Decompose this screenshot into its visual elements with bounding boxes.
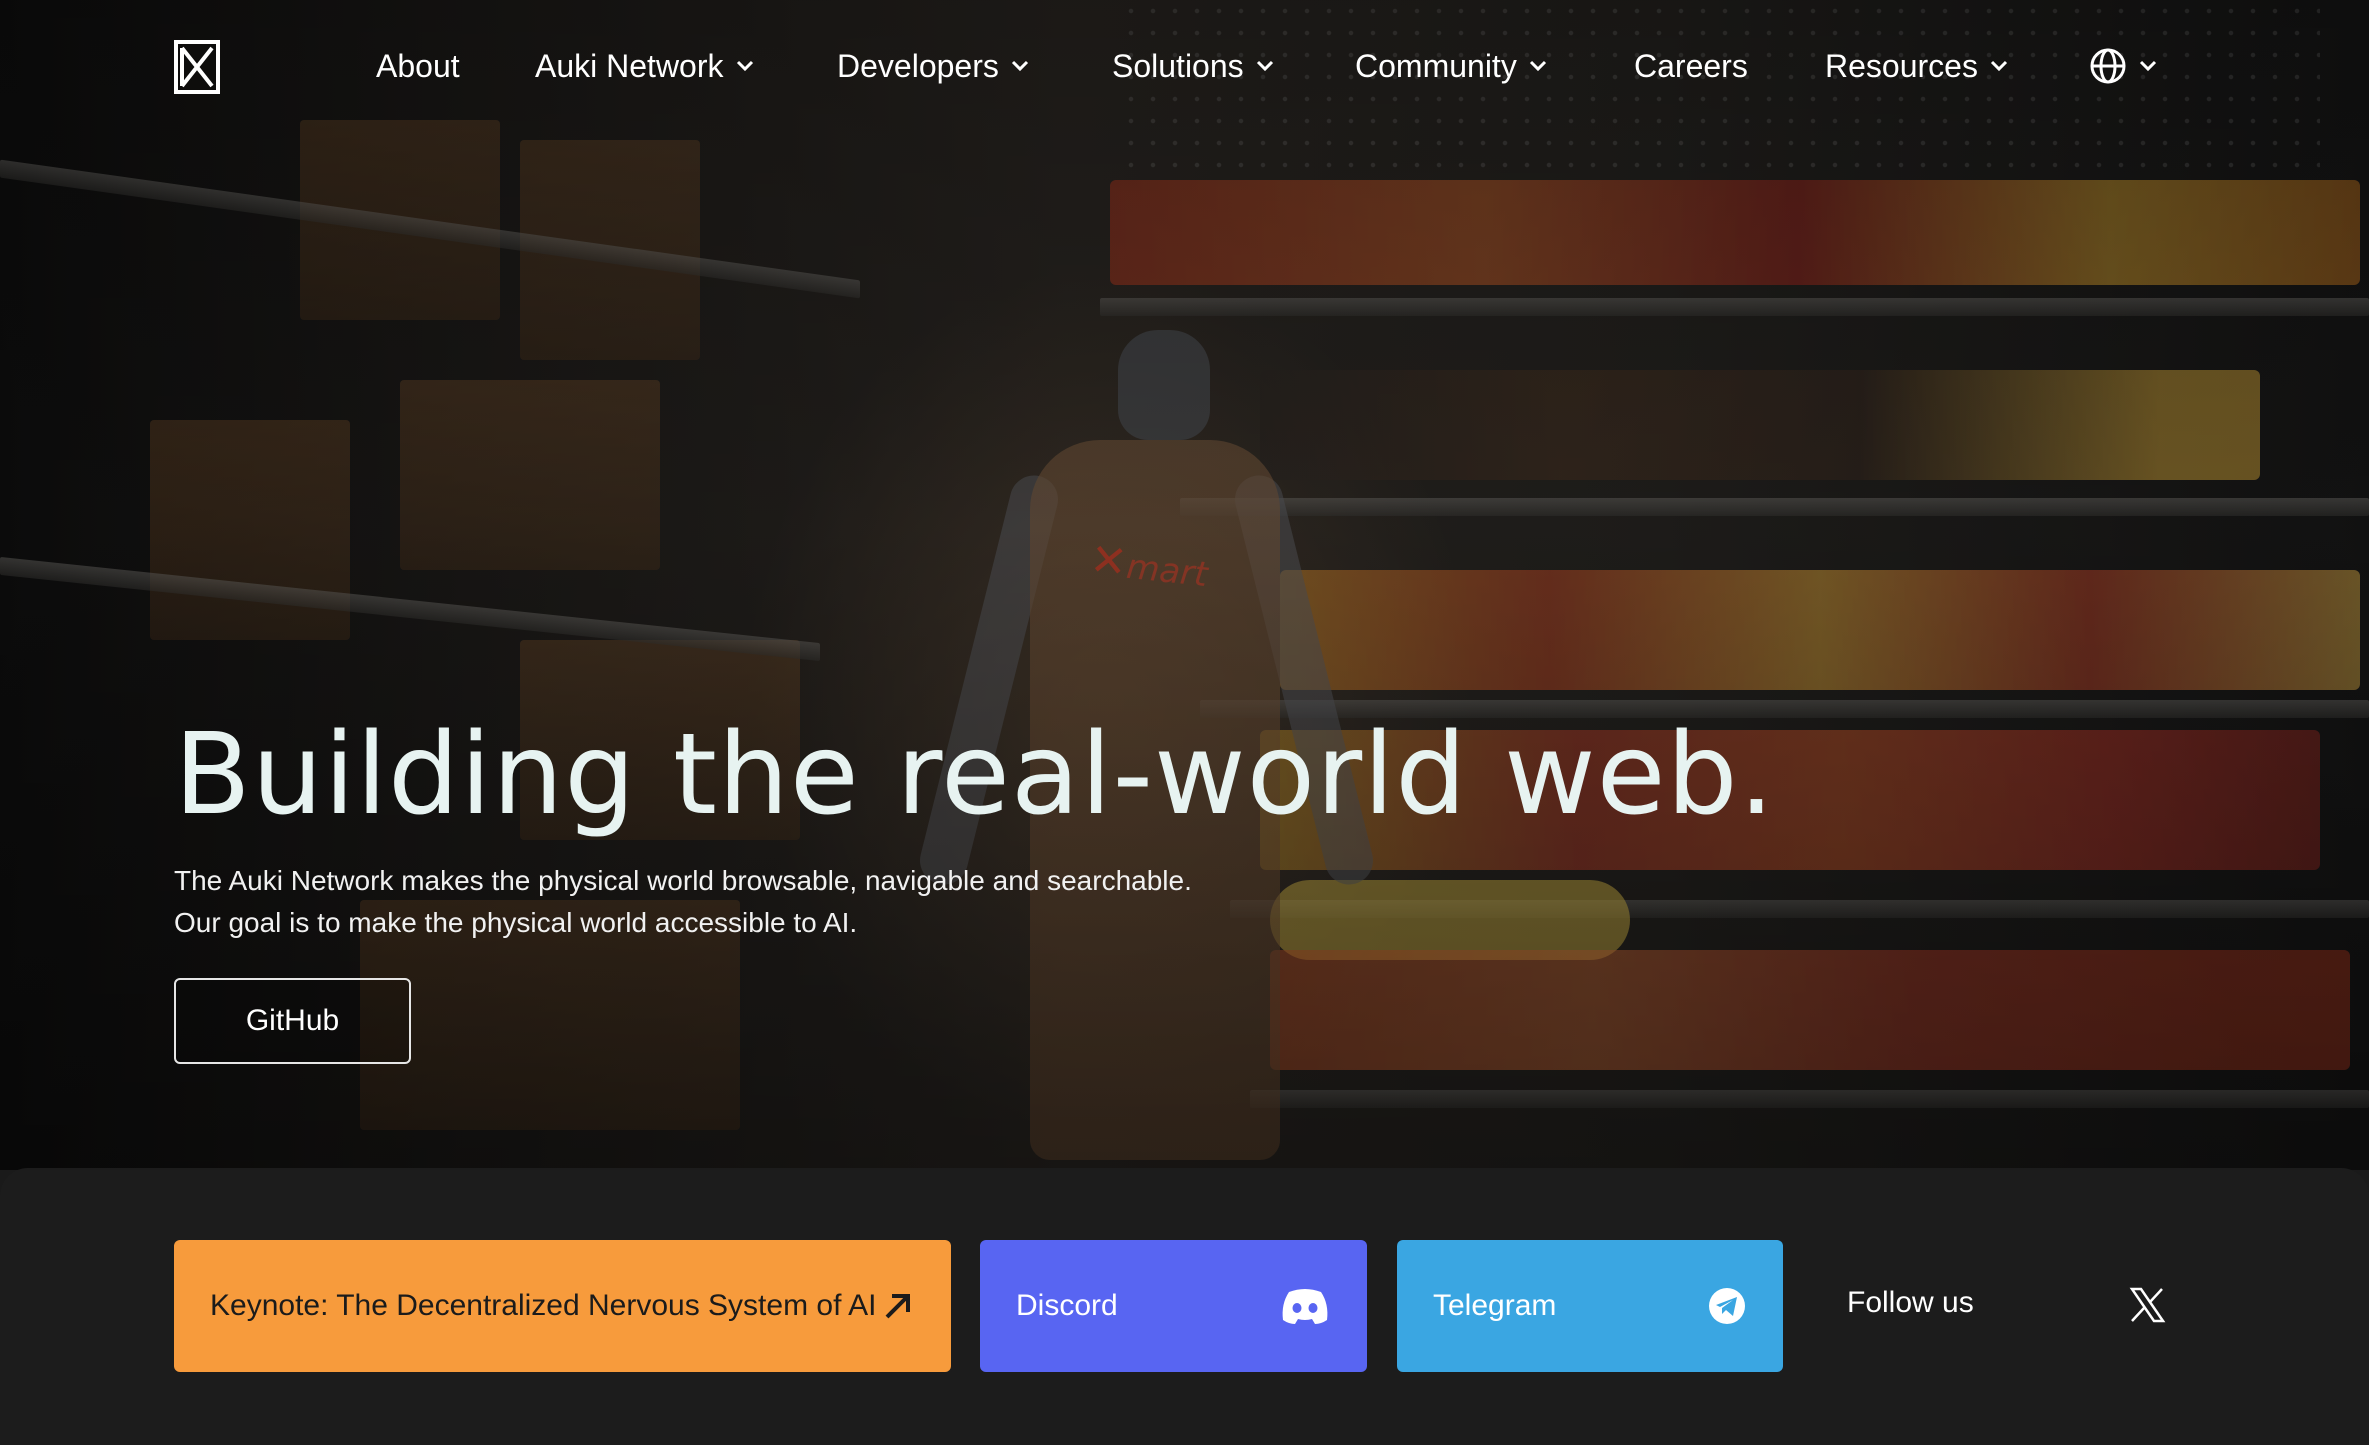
nav-item-label: Auki Network xyxy=(535,47,724,84)
github-button[interactable]: GitHub xyxy=(174,978,411,1064)
chevron-down-icon xyxy=(1529,60,1546,72)
chevron-down-icon xyxy=(1011,60,1028,72)
telegram-label: Telegram xyxy=(1433,1289,1557,1322)
auki-logo[interactable] xyxy=(174,40,220,94)
language-selector[interactable] xyxy=(2089,44,2157,88)
chevron-down-icon xyxy=(1256,60,1273,72)
chevron-down-icon xyxy=(1990,60,2008,72)
hero-subtitle-line: Our goal is to make the physical world a… xyxy=(174,907,858,938)
nav-item-auki-network[interactable]: Auki Network xyxy=(535,44,754,88)
globe-icon xyxy=(2090,48,2126,84)
arrow-up-right-icon xyxy=(885,1294,910,1319)
nav-item-label: Community xyxy=(1355,47,1517,84)
follow-us-label: Follow us xyxy=(1847,1286,1974,1319)
chevron-down-icon xyxy=(736,60,753,72)
hero-subtitle-line: The Auki Network makes the physical worl… xyxy=(174,865,1192,896)
nav-item-developers[interactable]: Developers xyxy=(837,44,1029,88)
nav-item-label: About xyxy=(376,47,460,84)
hero-title: Building the real-world web. xyxy=(174,710,1776,840)
x-twitter-icon[interactable] xyxy=(2128,1286,2166,1324)
nav-item-resources[interactable]: Resources xyxy=(1825,44,2008,88)
top-nav: About Auki Network Developers Solutions … xyxy=(0,0,2369,135)
telegram-icon xyxy=(1709,1288,1745,1324)
nav-item-careers[interactable]: Careers xyxy=(1634,44,1748,88)
nav-item-label: Solutions xyxy=(1112,47,1244,84)
nav-item-label: Careers xyxy=(1634,47,1748,84)
nav-item-solutions[interactable]: Solutions xyxy=(1112,44,1274,88)
nav-item-community[interactable]: Community xyxy=(1355,44,1547,88)
chevron-down-icon xyxy=(2139,60,2157,72)
hero-subtitle: The Auki Network makes the physical worl… xyxy=(174,860,1474,944)
nav-item-label: Developers xyxy=(837,47,999,84)
nav-item-label: Resources xyxy=(1825,47,1978,84)
discord-label: Discord xyxy=(1016,1289,1118,1322)
nav-item-about[interactable]: About xyxy=(376,44,460,88)
discord-link-card[interactable]: Discord xyxy=(980,1240,1367,1372)
keynote-label: Keynote: The Decentralized Nervous Syste… xyxy=(210,1289,877,1322)
telegram-link-card[interactable]: Telegram xyxy=(1397,1240,1783,1372)
discord-icon xyxy=(1282,1289,1328,1324)
keynote-link-card[interactable]: Keynote: The Decentralized Nervous Syste… xyxy=(174,1240,951,1372)
